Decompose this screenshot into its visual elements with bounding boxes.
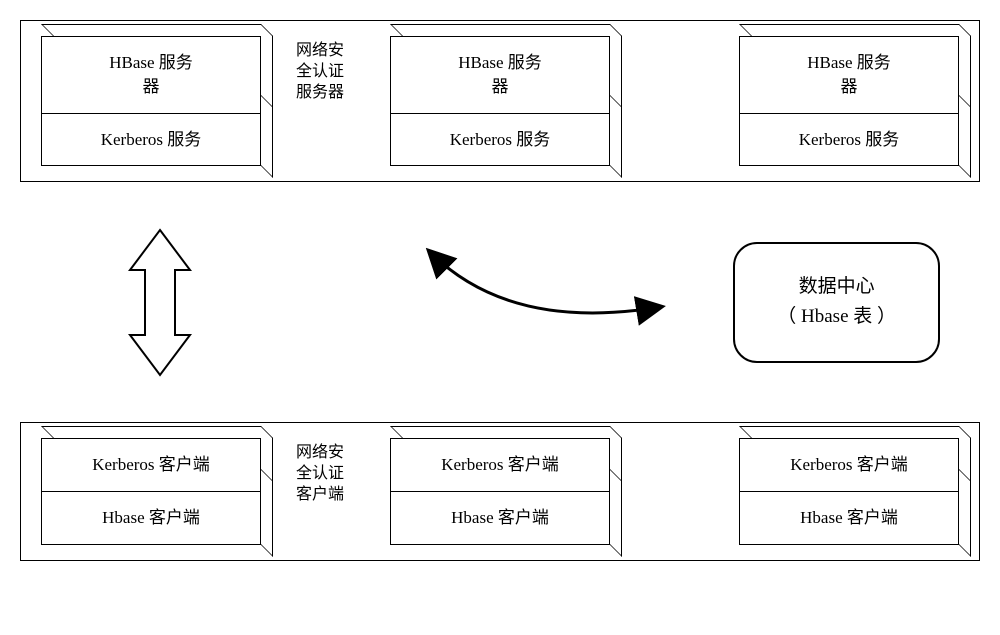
box-3d-face: Kerberos 客户端 Hbase 客户端 [41,438,261,545]
box-3d-side [261,426,273,557]
client-box-3: Kerberos 客户端 Hbase 客户端 [739,438,959,545]
client-box-1: Kerberos 客户端 Hbase 客户端 [41,438,261,545]
box-3d-top [390,24,622,36]
server-row-container: HBase 服务 器 Kerberos 服务 网络安 全认证 服务器 HBase… [20,20,980,182]
box-3d-side [959,24,971,178]
box-3d-side [610,426,622,557]
server-top-label: HBase 服务 器 [391,37,609,114]
box-3d-top [41,24,273,36]
data-center-box: 数据中心 （ Hbase 表 ） [733,242,940,363]
box-3d-side [261,24,273,178]
middle-area: 数据中心 （ Hbase 表 ） [20,212,980,392]
client-box-2: Kerberos 客户端 Hbase 客户端 [390,438,610,545]
client-bottom-label: Hbase 客户端 [740,492,958,544]
server-box-2: HBase 服务 器 Kerberos 服务 [390,36,610,166]
box-3d-face: HBase 服务 器 Kerberos 服务 [739,36,959,166]
box-3d-side [610,24,622,178]
box-3d-top [739,24,971,36]
server-side-label: 网络安 全认证 服务器 [296,41,366,103]
server-box-3: HBase 服务 器 Kerberos 服务 [739,36,959,166]
server-bottom-label: Kerberos 服务 [391,114,609,166]
box-3d-side [959,426,971,557]
box-3d-face: Kerberos 客户端 Hbase 客户端 [739,438,959,545]
bidirectional-arrow-icon [120,225,200,380]
client-top-label: Kerberos 客户端 [391,439,609,492]
client-side-label: 网络安 全认证 客户端 [296,443,366,505]
box-3d-top [739,426,971,438]
curved-arrow-icon [410,232,690,372]
client-bottom-label: Hbase 客户端 [42,492,260,544]
server-box-1: HBase 服务 器 Kerberos 服务 [41,36,261,166]
box-3d-face: HBase 服务 器 Kerberos 服务 [41,36,261,166]
client-top-label: Kerberos 客户端 [42,439,260,492]
server-bottom-label: Kerberos 服务 [42,114,260,166]
client-top-label: Kerberos 客户端 [740,439,958,492]
box-3d-top [390,426,622,438]
box-3d-face: HBase 服务 器 Kerberos 服务 [390,36,610,166]
data-center-line2: （ Hbase 表 ） [777,302,896,332]
box-3d-face: Kerberos 客户端 Hbase 客户端 [390,438,610,545]
server-top-label: HBase 服务 器 [42,37,260,114]
client-bottom-label: Hbase 客户端 [391,492,609,544]
data-center-line1: 数据中心 [777,272,896,302]
box-3d-top [41,426,273,438]
client-row-container: Kerberos 客户端 Hbase 客户端 网络安 全认证 客户端 Kerbe… [20,422,980,561]
server-bottom-label: Kerberos 服务 [740,114,958,166]
server-top-label: HBase 服务 器 [740,37,958,114]
